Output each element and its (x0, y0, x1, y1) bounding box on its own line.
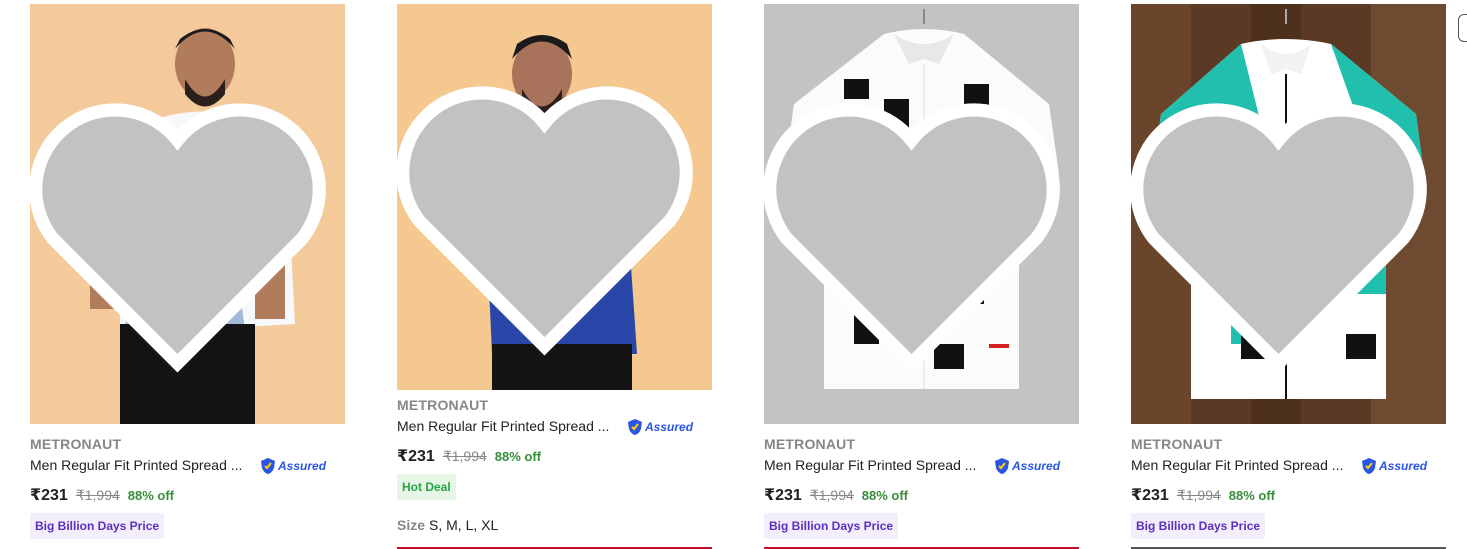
assured-label: Assured (1012, 459, 1061, 473)
assured-shield-icon (628, 419, 642, 435)
product-card[interactable]: METRONAUT Men Regular Fit Printed Spread… (397, 0, 712, 549)
original-price: ₹1,994 (75, 487, 120, 503)
size-label: Size (397, 517, 426, 533)
size-row: Size S, M, L, XL (397, 517, 498, 533)
brand-name: METRONAUT (764, 436, 856, 452)
price-row: ₹231 ₹1,994 88% off (30, 485, 174, 505)
assured-label: Assured (1379, 459, 1428, 473)
discount-percent: 88% off (127, 488, 175, 503)
product-image[interactable] (397, 4, 712, 390)
assured-label: Assured (278, 459, 327, 473)
original-price: ₹1,994 (1176, 487, 1221, 503)
size-values: S, M, L, XL (429, 517, 499, 533)
selling-price: ₹231 (30, 487, 68, 504)
price-row: ₹231 ₹1,994 88% off (1131, 485, 1275, 505)
original-price: ₹1,994 (442, 448, 487, 464)
assured-shield-icon (995, 458, 1009, 474)
hot-deal-badge: Hot Deal (397, 474, 456, 500)
product-image[interactable] (30, 4, 345, 424)
wishlist-heart-icon[interactable] (764, 22, 1069, 424)
big-billion-days-badge: Big Billion Days Price (764, 513, 899, 539)
assured-badge: Assured (1361, 457, 1427, 475)
assured-badge: Assured (627, 418, 693, 436)
selling-price: ₹231 (764, 487, 802, 504)
brand-name: METRONAUT (397, 397, 489, 413)
product-card[interactable]: METRONAUT Men Regular Fit Printed Spread… (30, 0, 345, 549)
product-title[interactable]: Men Regular Fit Printed Spread ... (30, 457, 242, 473)
big-billion-days-badge: Big Billion Days Price (30, 513, 165, 539)
original-price: ₹1,994 (809, 487, 854, 503)
assured-badge: Assured (994, 457, 1060, 475)
selling-price: ₹231 (1131, 487, 1169, 504)
wishlist-heart-icon[interactable] (30, 22, 335, 424)
big-billion-days-badge: Big Billion Days Price (1131, 513, 1266, 539)
product-card[interactable]: METRONAUT Men Regular Fit Printed Spread… (1131, 0, 1446, 549)
discount-percent: 88% off (494, 449, 542, 464)
product-image[interactable] (764, 4, 1079, 424)
price-row: ₹231 ₹1,994 88% off (764, 485, 908, 505)
brand-name: METRONAUT (30, 436, 122, 452)
discount-percent: 88% off (1228, 488, 1276, 503)
carousel-next-handle[interactable] (1458, 14, 1467, 42)
product-title[interactable]: Men Regular Fit Printed Spread ... (397, 418, 609, 434)
assured-badge: Assured (260, 457, 326, 475)
price-row: ₹231 ₹1,994 88% off (397, 446, 541, 466)
wishlist-heart-icon[interactable] (397, 22, 702, 390)
product-image[interactable] (1131, 4, 1446, 424)
product-title[interactable]: Men Regular Fit Printed Spread ... (764, 457, 976, 473)
product-title[interactable]: Men Regular Fit Printed Spread ... (1131, 457, 1343, 473)
assured-shield-icon (261, 458, 275, 474)
discount-percent: 88% off (861, 488, 909, 503)
assured-shield-icon (1362, 458, 1376, 474)
product-card[interactable]: METRONAUT Men Regular Fit Printed Spread… (764, 0, 1079, 549)
brand-name: METRONAUT (1131, 436, 1223, 452)
assured-label: Assured (645, 420, 694, 434)
selling-price: ₹231 (397, 448, 435, 465)
wishlist-heart-icon[interactable] (1131, 22, 1436, 424)
